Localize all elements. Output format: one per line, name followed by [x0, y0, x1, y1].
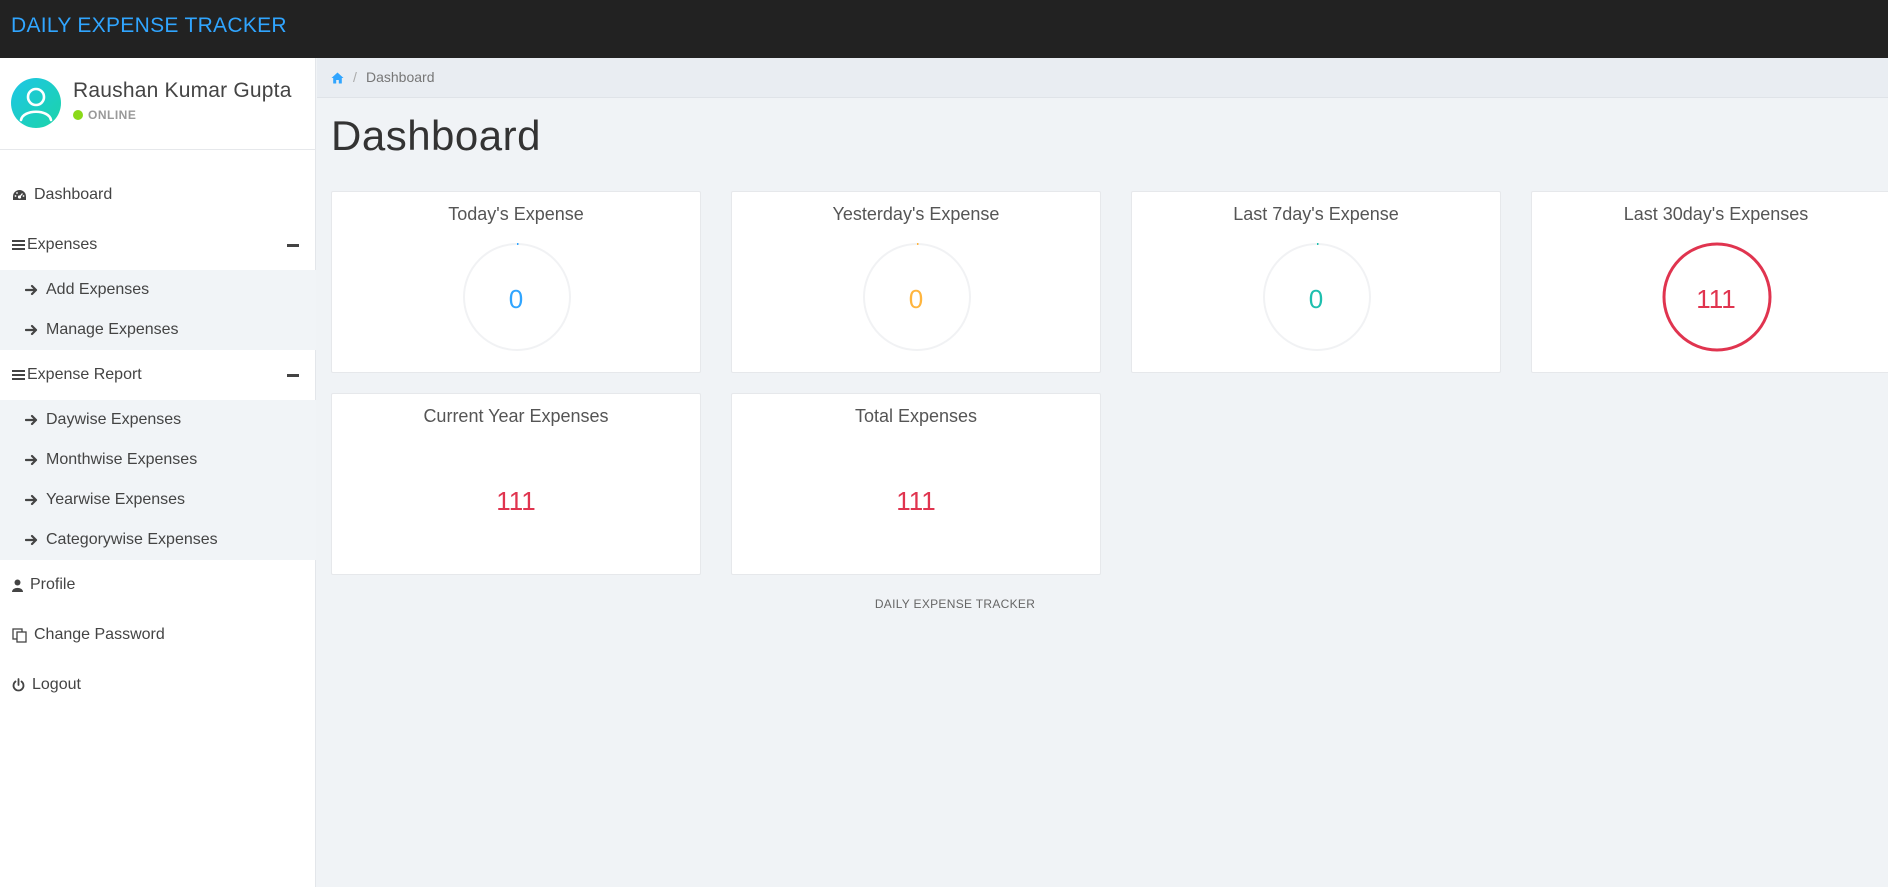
sidebar: Raushan Kumar Gupta ONLINE Dashboard Exp… [0, 58, 316, 887]
sidebar-item-dashboard[interactable]: Dashboard [0, 170, 316, 220]
breadcrumb-separator: / [353, 69, 357, 85]
bars-icon [11, 369, 25, 381]
app-brand-link[interactable]: DAILY EXPENSE TRACKER [11, 14, 287, 38]
top-navbar: DAILY EXPENSE TRACKER [0, 0, 1888, 58]
stat-card-value: 111 [1696, 284, 1736, 314]
stat-card-title: Today's Expense [448, 204, 584, 224]
power-icon [11, 678, 25, 692]
home-icon[interactable] [331, 71, 344, 89]
user-profile-panel: Raushan Kumar Gupta ONLINE [0, 58, 316, 150]
sidebar-item-change-password-label: Change Password [34, 626, 165, 643]
page-title: Dashboard [331, 112, 541, 159]
stat-card-value: 0 [508, 284, 524, 314]
sidebar-item-categorywise-expenses[interactable]: Categorywise Expenses [0, 520, 316, 560]
sidebar-item-expense-report[interactable]: Expense Report [0, 350, 316, 400]
sidebar-item-daywise-expenses[interactable]: Daywise Expenses [0, 400, 316, 440]
stat-card-title: Current Year Expenses [423, 406, 609, 426]
stat-card-title: Yesterday's Expense [832, 204, 1000, 224]
expenses-submenu: Add Expenses Manage Expenses [0, 270, 316, 350]
stat-card-value: 111 [496, 486, 536, 516]
arrow-right-icon [25, 454, 39, 466]
user-status-text: ONLINE [88, 108, 137, 122]
sidebar-item-logout[interactable]: Logout [0, 660, 316, 710]
sidebar-item-profile-label: Profile [30, 576, 76, 593]
stat-card-last-7-days: Last 7day's Expense 0 [1131, 191, 1501, 373]
collapse-minus-icon[interactable] [287, 244, 299, 247]
sidebar-item-expenses[interactable]: Expenses [0, 220, 316, 270]
bars-icon [11, 239, 25, 251]
sidebar-item-dashboard-label: Dashboard [34, 186, 113, 203]
arrow-right-icon [25, 494, 39, 506]
sidebar-item-logout-label: Logout [32, 676, 81, 693]
breadcrumb-current: Dashboard [366, 69, 435, 85]
stat-card-current-year: Current Year Expenses 111 [331, 393, 701, 575]
online-dot-icon [73, 110, 83, 120]
expense-report-submenu: Daywise Expenses Monthwise Expenses Year… [0, 400, 316, 560]
stat-card-value: 111 [896, 486, 936, 516]
arrow-right-icon [25, 534, 39, 546]
stat-card-yesterday: Yesterday's Expense 0 [731, 191, 1101, 373]
sidebar-item-change-password[interactable]: Change Password [0, 610, 316, 660]
sidebar-menu: Dashboard Expenses Add Expenses Manage E… [0, 170, 316, 710]
copy-icon [11, 627, 27, 643]
stat-card-total: Total Expenses 111 [731, 393, 1101, 575]
stat-card-value: 0 [908, 284, 924, 314]
stat-card-title: Last 7day's Expense [1233, 204, 1399, 224]
stat-card-last-30-days: Last 30day's Expenses 111 [1531, 191, 1888, 373]
arrow-right-icon [25, 284, 39, 296]
stat-card-value: 0 [1308, 284, 1324, 314]
stat-card-title: Last 30day's Expenses [1623, 204, 1809, 224]
sidebar-item-profile[interactable]: Profile [0, 560, 316, 610]
user-status: ONLINE [73, 108, 136, 122]
sidebar-item-add-expenses[interactable]: Add Expenses [0, 270, 316, 310]
stat-card-today: Today's Expense 0 [331, 191, 701, 373]
dashboard-icon [11, 189, 27, 202]
sidebar-item-yearwise-expenses[interactable]: Yearwise Expenses [0, 480, 316, 520]
user-avatar-icon [11, 78, 61, 128]
sidebar-item-monthwise-expenses[interactable]: Monthwise Expenses [0, 440, 316, 480]
stat-card-title: Total Expenses [854, 406, 978, 426]
user-icon [11, 579, 23, 592]
sidebar-item-manage-expenses[interactable]: Manage Expenses [0, 310, 316, 350]
arrow-right-icon [25, 324, 39, 336]
arrow-right-icon [25, 414, 39, 426]
footer-text: DAILY EXPENSE TRACKER [874, 597, 1036, 611]
collapse-minus-icon[interactable] [287, 374, 299, 377]
breadcrumb: / Dashboard [317, 58, 1888, 98]
sidebar-item-expense-report-label: Expense Report [27, 366, 142, 383]
sidebar-item-expenses-label: Expenses [27, 236, 98, 253]
user-name: Raushan Kumar Gupta [73, 79, 292, 102]
